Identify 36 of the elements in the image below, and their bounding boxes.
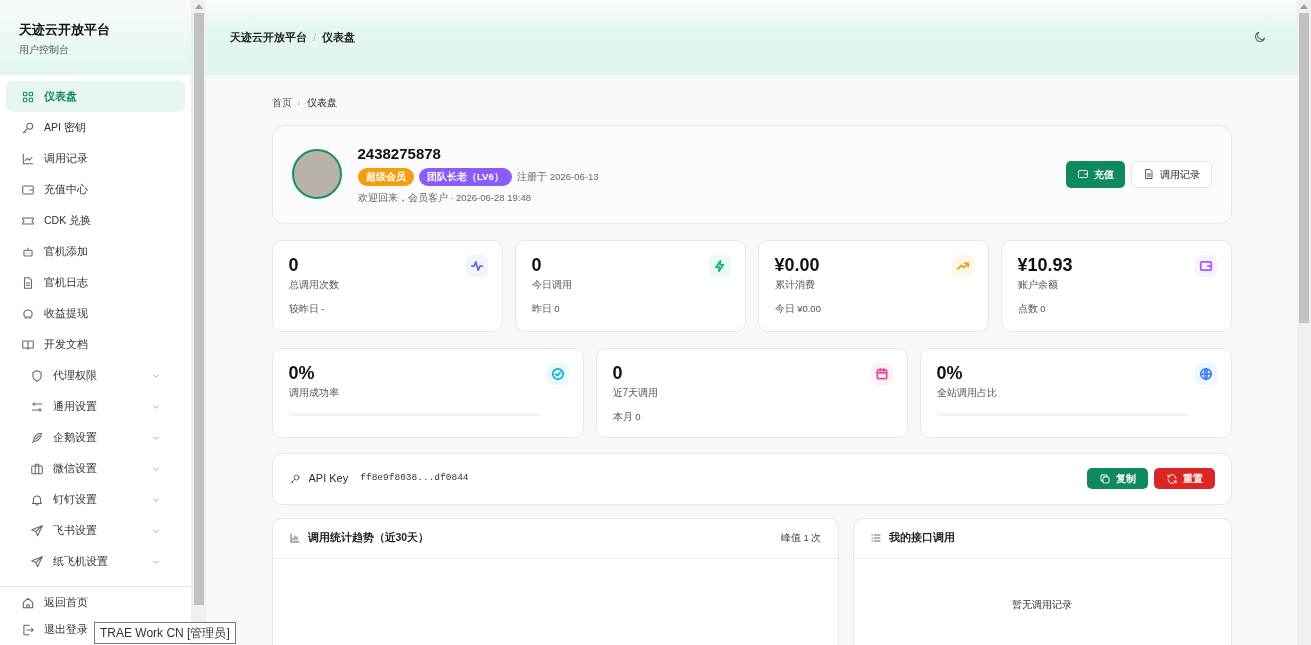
peak-value: 峰值 1 次 (780, 530, 822, 545)
stat-label: 调用成功率 (288, 387, 339, 399)
stat-value: 0 (531, 254, 542, 277)
stat-label: 总调用次数 (288, 279, 339, 291)
stat-label: 账户余额 (1017, 279, 1058, 291)
stat-value: 0% (936, 362, 963, 385)
stat-value: 0 (612, 362, 623, 385)
header-breadcrumb: 仪表盘 (322, 29, 356, 45)
welcome-text: 欢迎回来，会员客户 · 2026-06-28 19:48 (357, 191, 531, 203)
app-subtitle: 用户控制台 (19, 42, 70, 57)
panel-title: 我的接口调用 (888, 530, 955, 546)
member-badge: 超级会员 (357, 167, 414, 187)
api-key-label: API Key (308, 471, 349, 487)
stat-label: 近7天调用 (612, 387, 659, 399)
app-title: 天迹云开放平台 (19, 21, 111, 39)
empty-message: 暂无调用记录 (1012, 598, 1072, 610)
api-key-value: ff8e9f8038...df0844 (360, 471, 469, 486)
breadcrumb-separator: / (313, 29, 317, 45)
stat-subtext: 本月 0 (612, 410, 641, 422)
stat-value: 0 (288, 254, 299, 277)
breadcrumb-separator: › (297, 98, 301, 108)
stat-value: ¥10.93 (1017, 254, 1073, 277)
member-badge: 团队长老（LV6） (419, 167, 512, 187)
stat-subtext: 今日 ¥0.00 (774, 302, 821, 314)
tooltip: TRAE Work CN [管理员] (94, 622, 236, 644)
stat-label: 今日调用 (531, 279, 572, 291)
stat-subtext: 昨日 0 (531, 302, 560, 314)
stat-value: 0% (288, 362, 315, 385)
stat-subtext: 点数 0 (1017, 302, 1046, 314)
stat-subtext: 较昨日 - (288, 302, 325, 314)
user-id: 2438275878 (357, 144, 441, 162)
stat-value: ¥0.00 (774, 254, 820, 277)
panel-title: 调用统计趋势（近30天） (307, 530, 430, 546)
registration-date: 注册于 2026-06-13 (517, 169, 599, 184)
stat-label: 全站调用占比 (936, 387, 997, 399)
stat-label: 累计消费 (774, 279, 815, 291)
